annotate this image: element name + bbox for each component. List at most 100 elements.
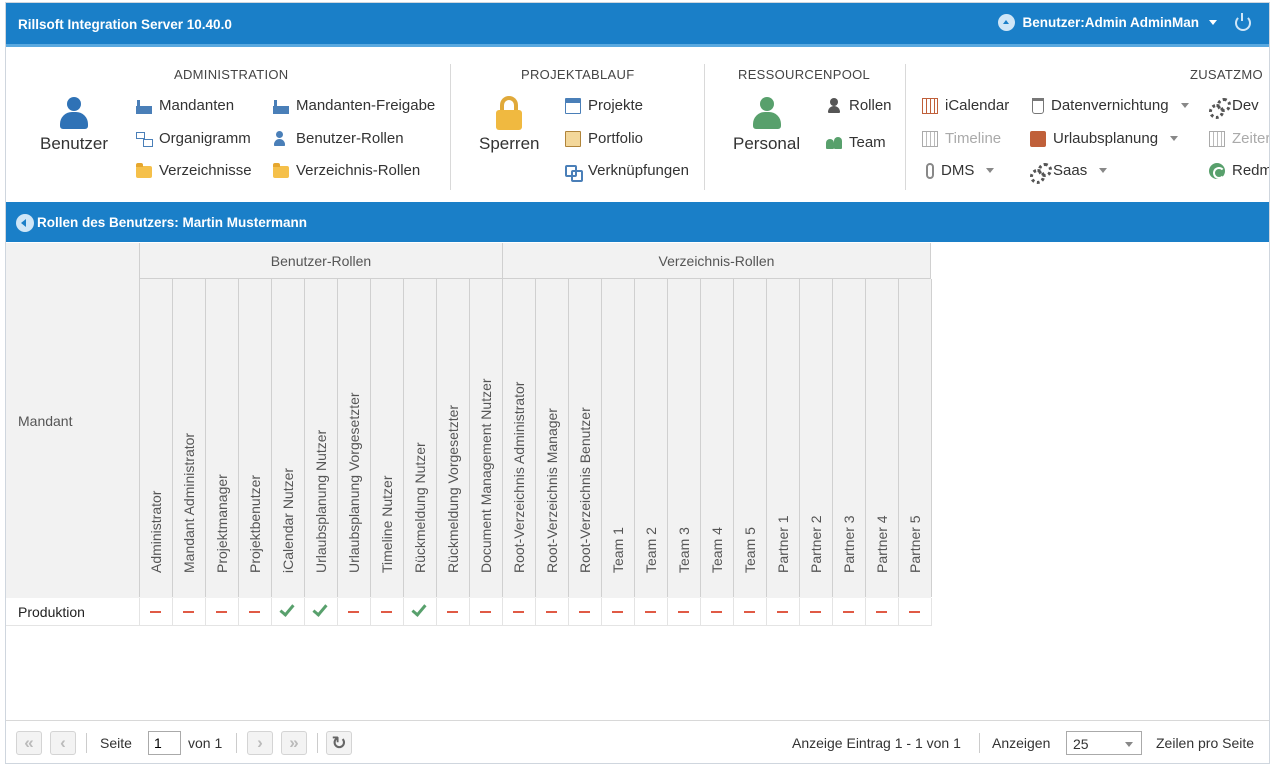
role-unassigned-cell[interactable] [667, 598, 700, 626]
role-unassigned-cell[interactable] [799, 598, 832, 626]
dash-icon [909, 611, 920, 613]
prev-page-button[interactable]: ‹ [50, 731, 76, 755]
section-header: Rollen des Benutzers: Martin Mustermann [6, 202, 1269, 242]
divider [979, 733, 980, 753]
divider [905, 64, 906, 190]
column-header-label: Timeline Nutzer [379, 475, 395, 573]
factory-share-icon [273, 97, 289, 114]
refresh-icon[interactable]: ↻ [326, 731, 352, 755]
row-border [931, 598, 932, 626]
folder-roles-icon [273, 163, 289, 178]
app-title: Rillsoft Integration Server 10.40.0 [18, 17, 232, 32]
role-unassigned-cell[interactable] [337, 598, 370, 626]
datenvernichtung-dropdown[interactable]: Datenvernichtung [1030, 97, 1189, 114]
next-page-button[interactable]: › [247, 731, 273, 755]
role-icon [826, 97, 842, 114]
column-header: Partner 3 [832, 279, 865, 597]
column-header: Mandant Administrator [172, 279, 205, 597]
dash-icon [612, 611, 623, 613]
icalendar-button[interactable]: iCalendar [922, 97, 1009, 114]
role-unassigned-cell[interactable] [865, 598, 898, 626]
sperren-button[interactable]: Sperren [479, 96, 539, 154]
role-unassigned-cell[interactable] [436, 598, 469, 626]
organigramm-button[interactable]: Organigramm [136, 130, 251, 147]
column-header: Document Management Nutzer [469, 279, 502, 597]
role-unassigned-cell[interactable] [766, 598, 799, 626]
zeiterfassung-button[interactable]: Zeiter [1209, 130, 1269, 147]
timeline-icon [922, 130, 938, 147]
column-header-label: Urlaubsplanung Nutzer [313, 429, 329, 573]
role-unassigned-cell[interactable] [733, 598, 766, 626]
trash-icon [1032, 97, 1044, 114]
column-header: Root-Verzeichnis Benutzer [568, 279, 601, 597]
role-unassigned-cell[interactable] [898, 598, 931, 626]
projekte-button[interactable]: Projekte [565, 97, 643, 114]
column-header: iCalendar Nutzer [271, 279, 304, 597]
role-unassigned-cell[interactable] [370, 598, 403, 626]
first-page-button[interactable]: « [16, 731, 42, 755]
role-unassigned-cell[interactable] [469, 598, 502, 626]
column-header: Root-Verzeichnis Administrator [502, 279, 535, 597]
page-number-input[interactable] [148, 731, 181, 755]
verzeichnis-rollen-button[interactable]: Verzeichnis-Rollen [273, 162, 420, 179]
team-icon [826, 135, 842, 151]
role-unassigned-cell[interactable] [172, 598, 205, 626]
role-unassigned-cell[interactable] [568, 598, 601, 626]
portfolio-button[interactable]: Portfolio [565, 130, 643, 147]
column-header: Administrator [139, 279, 172, 597]
projects-icon [565, 97, 581, 114]
role-assigned-cell[interactable] [271, 598, 304, 626]
table-row[interactable]: Produktion [6, 598, 932, 626]
mandanten-button[interactable]: Mandanten [136, 97, 234, 114]
user-label[interactable]: Benutzer:Admin AdminMan [1023, 15, 1200, 30]
team-button[interactable]: Team [826, 134, 886, 151]
dms-dropdown[interactable]: DMS [922, 162, 995, 179]
rollen-button[interactable]: Rollen [826, 97, 892, 114]
group-header-verzeichnis-rollen: Verzeichnis-Rollen [502, 243, 931, 279]
dash-icon [810, 611, 821, 613]
role-unassigned-cell[interactable] [238, 598, 271, 626]
role-unassigned-cell[interactable] [601, 598, 634, 626]
role-unassigned-cell[interactable] [205, 598, 238, 626]
role-assigned-cell[interactable] [304, 598, 337, 626]
role-unassigned-cell[interactable] [502, 598, 535, 626]
power-icon[interactable] [1235, 12, 1251, 31]
verknuepfungen-button[interactable]: Verknüpfungen [565, 162, 689, 182]
role-unassigned-cell[interactable] [832, 598, 865, 626]
collapse-up-icon[interactable] [997, 14, 1015, 31]
mandanten-freigabe-button[interactable]: Mandanten-Freigabe [273, 97, 435, 114]
role-unassigned-cell[interactable] [700, 598, 733, 626]
chevron-down-icon[interactable] [1209, 20, 1217, 25]
column-header: Rückmeldung Nutzer [403, 279, 436, 597]
group-title-zusatzmodule: ZUSATZMO [1190, 67, 1263, 82]
dev-button[interactable]: Dev [1209, 97, 1259, 119]
redmine-button[interactable]: Redm [1209, 162, 1269, 179]
column-header-label: Document Management Nutzer [478, 378, 494, 573]
vacation-icon [1030, 130, 1046, 147]
timeline-button[interactable]: Timeline [922, 130, 1001, 147]
chevron-down-icon [1125, 742, 1133, 747]
urlaubsplanung-dropdown[interactable]: Urlaubsplanung [1030, 130, 1179, 147]
role-assigned-cell[interactable] [403, 598, 436, 626]
role-unassigned-cell[interactable] [139, 598, 172, 626]
saas-dropdown[interactable]: Saas [1030, 162, 1108, 184]
entries-info: Anzeige Eintrag 1 - 1 von 1 [792, 735, 961, 751]
benutzer-rollen-button[interactable]: Benutzer-Rollen [273, 130, 404, 147]
last-page-button[interactable]: » [281, 731, 307, 755]
role-unassigned-cell[interactable] [634, 598, 667, 626]
verzeichnisse-button[interactable]: Verzeichnisse [136, 162, 252, 179]
rows-per-page-label: Zeilen pro Seite [1156, 735, 1255, 751]
back-arrow-icon[interactable] [16, 214, 34, 232]
dash-icon [480, 611, 491, 613]
page-size-select[interactable]: 25 [1066, 731, 1142, 755]
benutzer-button[interactable]: Benutzer [40, 96, 108, 154]
sync-icon [1209, 162, 1225, 179]
personal-button[interactable]: Personal [733, 96, 800, 154]
column-header: Rückmeldung Vorgesetzter [436, 279, 469, 597]
role-unassigned-cell[interactable] [535, 598, 568, 626]
divider [86, 733, 87, 753]
column-header: Partner 2 [799, 279, 832, 597]
column-header-label: Team 3 [676, 527, 692, 573]
user-menu[interactable]: Benutzer:Admin AdminMan [997, 12, 1251, 31]
checkmark-icon [312, 601, 328, 617]
